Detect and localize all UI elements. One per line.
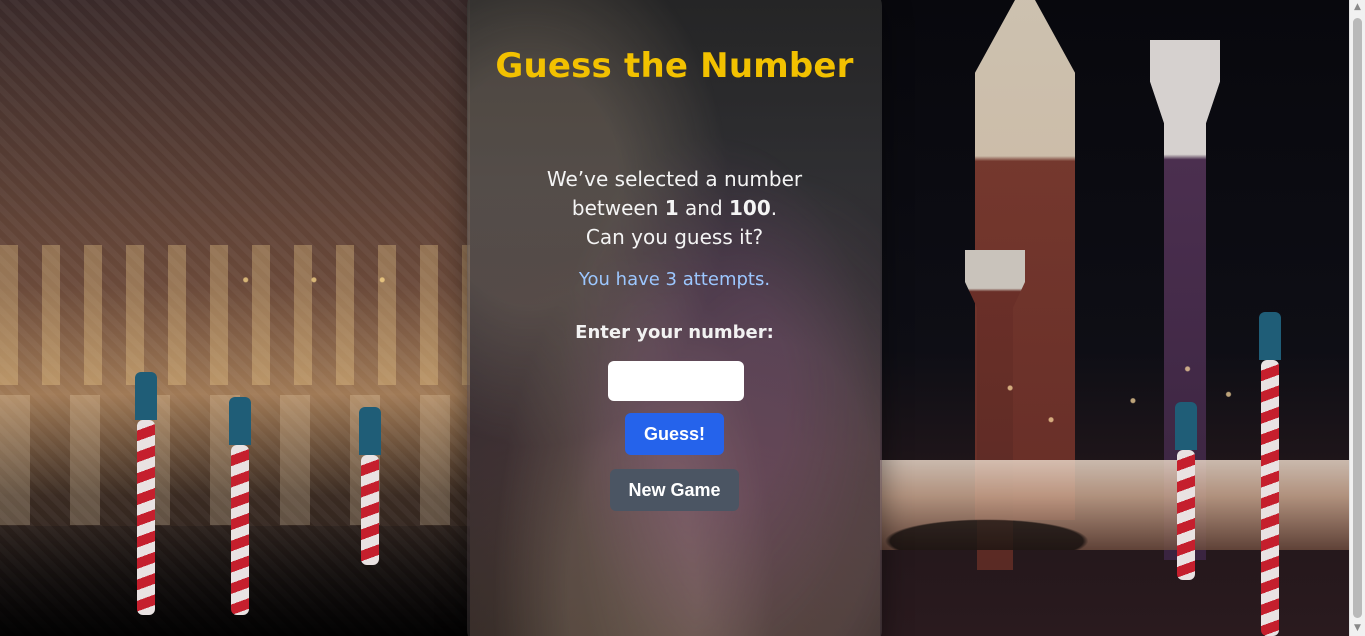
page: Guess the Number We’ve selected a number…: [0, 0, 1365, 636]
gondola-pole: [229, 397, 251, 615]
gondola-pole: [135, 372, 157, 615]
game-card-content: Guess the Number We’ve selected a number…: [467, 0, 882, 636]
scrollbar-thumb[interactable]: [1353, 18, 1362, 618]
gondola-pole: [1175, 402, 1197, 580]
scroll-up-arrow-icon[interactable]: ▲: [1353, 3, 1362, 12]
game-title: Guess the Number: [495, 46, 854, 86]
gondola-pole: [1259, 312, 1281, 636]
range-prefix: between: [571, 196, 665, 220]
range-suffix: .: [770, 196, 778, 220]
instructions-line-3: Can you guess it?: [585, 225, 764, 249]
game-card: Guess the Number We’ve selected a number…: [467, 0, 882, 636]
page-scrollbar[interactable]: ▲ ▼: [1349, 0, 1365, 636]
guess-button[interactable]: Guess!: [625, 413, 724, 455]
instructions-line-2: between 1 and 100.: [467, 194, 882, 223]
range-min: 1: [664, 196, 679, 220]
number-input-label: Enter your number:: [575, 322, 774, 343]
gondola-pole: [359, 407, 381, 565]
number-input[interactable]: [608, 361, 744, 401]
new-game-button[interactable]: New Game: [610, 469, 739, 511]
scroll-down-arrow-icon[interactable]: ▼: [1353, 624, 1362, 633]
attempts-remaining: You have 3 attempts.: [578, 269, 771, 290]
range-middle: and: [678, 196, 729, 220]
instructions-line-1: We’ve selected a number: [546, 167, 803, 191]
game-instructions: We’ve selected a number between 1 and 10…: [467, 165, 882, 252]
range-max: 100: [729, 196, 771, 220]
